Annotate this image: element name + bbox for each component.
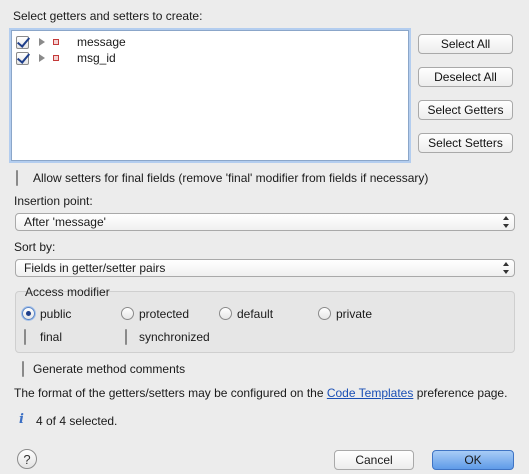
access-modifier-group	[15, 291, 515, 353]
expand-arrow-icon[interactable]	[39, 38, 45, 46]
cancel-button[interactable]: Cancel	[334, 450, 414, 470]
final-checkbox[interactable]	[24, 329, 26, 345]
insertion-point-value: After 'message'	[24, 215, 106, 229]
public-label: public	[40, 307, 72, 321]
access-modifier-title: Access modifier	[25, 285, 110, 299]
insertion-point-select[interactable]: After 'message'	[15, 213, 515, 231]
msg-id-checkbox[interactable]	[16, 51, 29, 65]
insertion-point-label: Insertion point:	[14, 194, 93, 208]
private-radio[interactable]	[318, 307, 331, 320]
select-setters-button[interactable]: Select Setters	[418, 133, 513, 153]
tree-item-label: message	[77, 35, 126, 49]
templates-info-prefix: The format of the getters/setters may be…	[14, 386, 324, 400]
sort-by-select[interactable]: Fields in getter/setter pairs	[15, 259, 515, 277]
sort-by-label: Sort by:	[14, 240, 56, 254]
templates-info-suffix: preference page.	[416, 386, 508, 400]
select-arrows-icon	[502, 216, 510, 228]
private-field-icon	[53, 39, 59, 45]
generate-comments-checkbox[interactable]	[22, 361, 24, 377]
templates-info-text: The format of the getters/setters may be…	[14, 386, 507, 400]
tree-item-label: msg_id	[77, 51, 116, 65]
protected-label: protected	[139, 307, 190, 321]
dialog-heading: Select getters and setters to create:	[13, 9, 203, 23]
message-checkbox[interactable]	[16, 35, 29, 49]
select-all-button[interactable]: Select All	[418, 34, 513, 54]
public-radio[interactable]	[22, 307, 35, 320]
final-label: final	[40, 330, 63, 344]
allow-setters-final-label: Allow setters for final fields (remove '…	[33, 171, 429, 185]
deselect-all-button[interactable]: Deselect All	[418, 67, 513, 87]
synchronized-label: synchronized	[139, 330, 210, 344]
default-radio[interactable]	[219, 307, 232, 320]
select-arrows-icon	[502, 262, 510, 274]
tree-item-message[interactable]: message	[16, 34, 126, 50]
private-label: private	[336, 307, 373, 321]
expand-arrow-icon[interactable]	[39, 54, 45, 62]
protected-radio[interactable]	[121, 307, 134, 320]
code-templates-link[interactable]: Code Templates	[327, 386, 414, 400]
tree-item-msg-id[interactable]: msg_id	[16, 50, 116, 66]
fields-tree[interactable]: message msg_id	[11, 30, 409, 161]
synchronized-checkbox[interactable]	[125, 329, 127, 345]
selection-status: 4 of 4 selected.	[36, 414, 118, 428]
default-label: default	[237, 307, 274, 321]
private-field-icon	[53, 55, 59, 61]
info-icon: i	[19, 412, 24, 427]
sort-by-value: Fields in getter/setter pairs	[24, 261, 166, 275]
allow-setters-final-checkbox[interactable]	[16, 170, 18, 186]
select-getters-button[interactable]: Select Getters	[418, 100, 513, 120]
help-button[interactable]: ?	[17, 449, 37, 469]
generate-comments-label: Generate method comments	[33, 362, 186, 376]
ok-button[interactable]: OK	[432, 450, 514, 470]
